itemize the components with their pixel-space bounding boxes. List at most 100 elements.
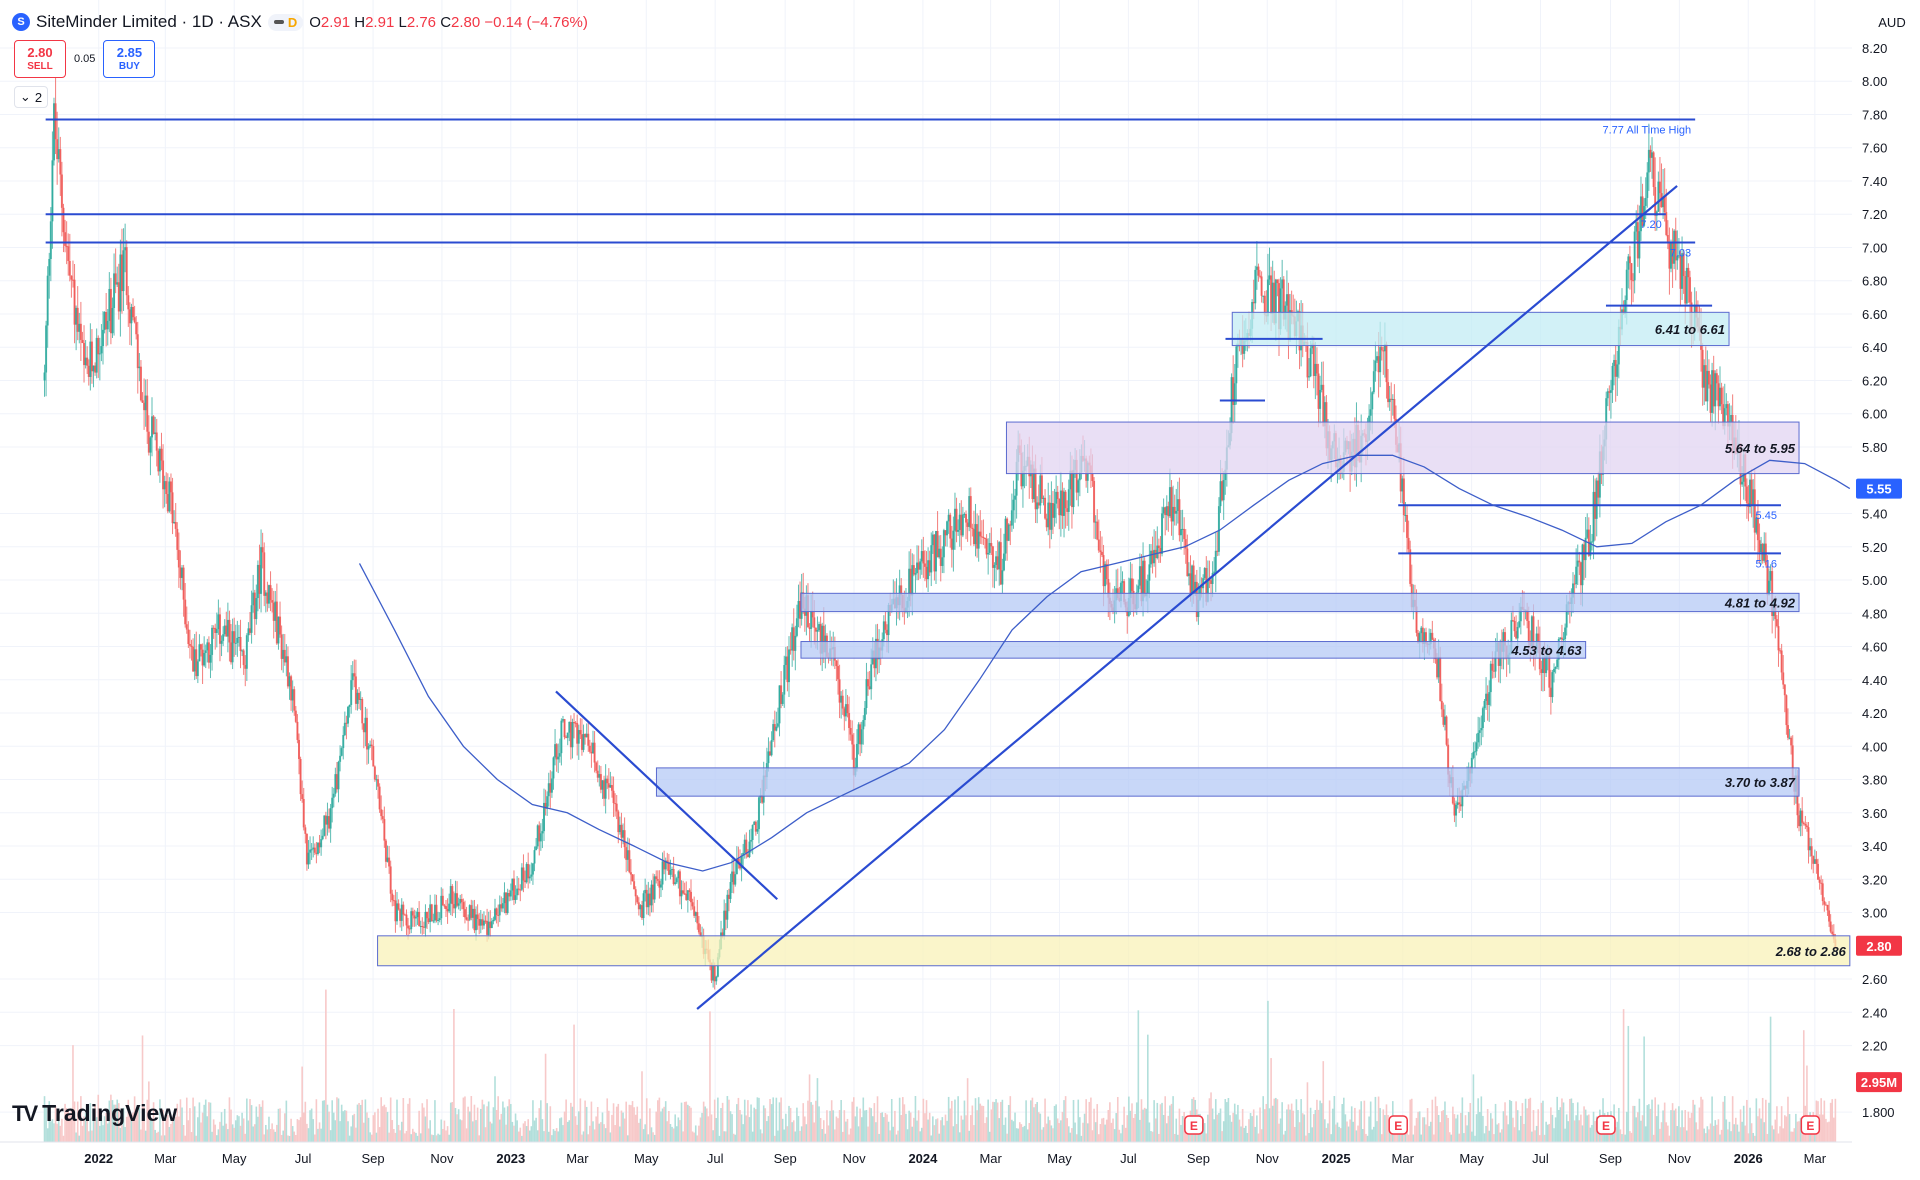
candle-body (675, 878, 678, 883)
volume-bar (1015, 1128, 1018, 1142)
candle-body (339, 755, 342, 762)
volume-bar (160, 1135, 163, 1142)
delayed-flag: D (287, 14, 298, 30)
session-flag[interactable]: D (267, 13, 304, 31)
buy-button[interactable]: 2.85 BUY (103, 40, 156, 78)
volume-bar (944, 1114, 947, 1142)
volume-bar (366, 1112, 368, 1142)
candle-body (218, 614, 221, 644)
volume-bar (1099, 1124, 1102, 1142)
volume-bar (1365, 1133, 1367, 1142)
volume-bar (197, 1117, 199, 1142)
y-axis[interactable]: AUD8.208.007.807.607.407.207.006.806.606… (1852, 0, 1920, 1180)
candle-body (1630, 263, 1633, 281)
candle-body (337, 761, 340, 790)
price-chart[interactable]: 6.41 to 6.615.64 to 5.954.81 to 4.924.53… (0, 0, 1920, 1180)
tradingview-logo[interactable]: TV TradingView (12, 1100, 177, 1127)
volume-bar (1069, 1132, 1072, 1142)
y-tick-label: 5.00 (1862, 573, 1887, 588)
candle-body (185, 624, 188, 630)
candle-body (100, 346, 103, 354)
indicators-toggle[interactable]: ⌄ 2 (14, 86, 48, 108)
volume-bar (87, 1131, 90, 1142)
candle-body (1658, 181, 1661, 194)
candle-body (610, 785, 613, 791)
volume-bar (1833, 1117, 1835, 1142)
symbol-title[interactable]: SiteMinder Limited · 1D · ASX (36, 12, 262, 32)
candle-body (531, 863, 534, 875)
volume-bar (1622, 1009, 1625, 1142)
volume-bar (318, 1122, 321, 1142)
volume-bar (1780, 1106, 1783, 1142)
candle-body (1409, 549, 1412, 584)
volume-bar (650, 1127, 653, 1142)
candle-body (1379, 347, 1382, 373)
volume-bar (345, 1110, 348, 1142)
candle-body (373, 766, 376, 780)
volume-bar (1575, 1115, 1577, 1142)
volume-bar (1112, 1118, 1114, 1142)
candle-body (381, 816, 384, 820)
candle-body (329, 808, 332, 829)
volume-bar (1629, 1131, 1631, 1142)
volume-bar (783, 1129, 786, 1142)
volume-bar (596, 1106, 599, 1142)
volume-bar (219, 1121, 221, 1142)
buy-label: BUY (118, 60, 140, 72)
volume-bar (859, 1108, 861, 1142)
volume-bar (1494, 1103, 1497, 1142)
volume-bar (369, 1132, 371, 1142)
candle-body (171, 492, 174, 524)
candle-body (816, 630, 819, 632)
x-tick-label: Sep (1187, 1151, 1210, 1166)
sell-button[interactable]: 2.80 SELL (14, 40, 66, 78)
volume-bar (195, 1135, 198, 1142)
x-axis[interactable]: 2022 Mar May Jul Sep Nov 2023 Mar May Jul Sep Nov 20… (0, 1141, 1852, 1180)
volume-bar (636, 1106, 639, 1142)
volume-bar (1153, 1100, 1155, 1142)
candle-body (81, 339, 84, 343)
volume-bar (236, 1115, 239, 1142)
volume-bar (1177, 1134, 1179, 1142)
volume-bar (1594, 1121, 1596, 1142)
candle-body (307, 852, 310, 865)
volume-bar (1105, 1119, 1108, 1142)
volume-bar (500, 1113, 503, 1142)
volume-bar (1795, 1113, 1797, 1142)
volume-bar (442, 1128, 444, 1142)
volume-bar (1373, 1126, 1375, 1142)
volume-bar (834, 1129, 836, 1142)
candle-body (59, 149, 62, 175)
volume-bar (1422, 1117, 1424, 1142)
volume-bar (317, 1128, 319, 1142)
volume-bar (233, 1127, 235, 1142)
volume-bar (252, 1126, 254, 1142)
y-tick-label: 8.20 (1862, 41, 1887, 56)
volume-bar (977, 1097, 980, 1142)
volume-bar (1686, 1130, 1688, 1142)
candle-body (535, 846, 538, 851)
volume-bar (758, 1097, 760, 1142)
volume-bar (342, 1111, 345, 1142)
open-value: 2.91 (320, 13, 351, 31)
volume-bar (1687, 1111, 1690, 1142)
volume-bar (260, 1106, 262, 1142)
volume-bar (1003, 1124, 1005, 1142)
volume-bar (611, 1114, 613, 1142)
volume-bar (660, 1111, 662, 1142)
volume-bar (710, 1114, 713, 1142)
volume-bar (288, 1135, 291, 1142)
volume-bar (979, 1103, 982, 1142)
volume-bar (1104, 1124, 1106, 1142)
volume-bar (614, 1125, 616, 1142)
candle-body (1458, 802, 1461, 805)
volume-bar (380, 1097, 382, 1142)
volume-bar (1142, 1109, 1144, 1142)
volume-bar (234, 1120, 237, 1142)
volume-bar (1418, 1111, 1421, 1142)
candle-body (310, 849, 313, 851)
candle-body (1012, 499, 1015, 511)
volume-bar (1504, 1102, 1506, 1142)
volume-bar (541, 1119, 544, 1142)
volume-bar (1243, 1127, 1246, 1142)
